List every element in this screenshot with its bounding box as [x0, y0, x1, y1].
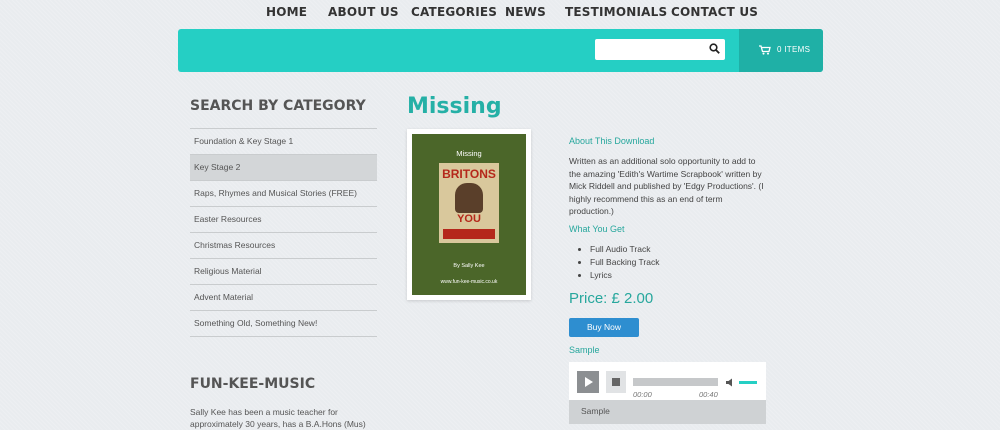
what-you-get-heading: What You Get: [569, 224, 625, 234]
play-icon: [585, 377, 593, 387]
about-text: Sally Kee has been a music teacher for a…: [190, 407, 366, 429]
track-label: Sample: [581, 406, 610, 416]
list-item: Full Audio Track: [590, 243, 659, 256]
shopping-cart-icon: [759, 45, 771, 55]
current-time: 00:00: [633, 390, 652, 399]
category-item[interactable]: Raps, Rhymes and Musical Stories (FREE): [190, 181, 377, 207]
nav-testimonials[interactable]: TESTIMONIALS: [565, 5, 667, 19]
sample-heading: Sample: [569, 345, 600, 355]
product-description: Written as an additional solo opportunit…: [569, 156, 764, 216]
poster-word: BRITONS: [442, 167, 496, 181]
stop-button[interactable]: [606, 371, 626, 393]
cover-url: www.fun-kee-music.co.uk: [440, 279, 498, 285]
cover-title: Missing: [456, 149, 482, 158]
search-icon[interactable]: [709, 43, 720, 54]
play-button[interactable]: [577, 371, 599, 393]
nav-news[interactable]: NEWS: [505, 5, 546, 19]
category-list: Foundation & Key Stage 1 Key Stage 2 Rap…: [190, 128, 377, 337]
stop-icon: [612, 378, 620, 386]
nav-about-us[interactable]: ABOUT US: [328, 5, 399, 19]
poster-you: YOU: [457, 213, 481, 225]
about-heading: FUN-KEE-MUSIC: [190, 376, 316, 392]
audio-player: 00:00 00:40 Sample: [569, 362, 766, 424]
price: Price: £ 2.00: [569, 290, 654, 307]
list-item: Full Backing Track: [590, 256, 659, 269]
track-label-bar: Sample: [569, 400, 766, 424]
cart-button[interactable]: 0 ITEMS: [739, 29, 823, 72]
category-item[interactable]: Something Old, Something New!: [190, 311, 377, 337]
cover-author: By Sally Kee: [453, 263, 485, 269]
cover-image: Missing BRITONS YOU By Sally Kee www.fun…: [412, 134, 526, 295]
nav-contact-us[interactable]: CONTACT US: [671, 5, 758, 19]
progress-bar[interactable]: [633, 378, 718, 386]
category-item[interactable]: Advent Material: [190, 285, 377, 311]
volume-icon[interactable]: [726, 378, 736, 387]
search-input[interactable]: [595, 39, 725, 60]
product-cover: Missing BRITONS YOU By Sally Kee www.fun…: [407, 129, 531, 300]
category-item[interactable]: Religious Material: [190, 259, 377, 285]
poster-illustration: BRITONS YOU: [439, 163, 499, 243]
category-item[interactable]: Christmas Resources: [190, 233, 377, 259]
duration: 00:40: [699, 390, 718, 399]
category-heading: SEARCH BY CATEGORY: [190, 98, 366, 114]
page-title: Missing: [407, 94, 502, 119]
buy-now-button[interactable]: Buy Now: [569, 318, 639, 337]
category-item[interactable]: Easter Resources: [190, 207, 377, 233]
poster-figure: [455, 183, 483, 213]
list-item: Lyrics: [590, 269, 659, 282]
volume-slider[interactable]: [739, 381, 757, 384]
about-download-heading: About This Download: [569, 136, 655, 146]
cart-count: 0 ITEMS: [777, 45, 811, 54]
nav-categories[interactable]: CATEGORIES: [411, 5, 497, 19]
nav-home[interactable]: HOME: [266, 5, 307, 19]
what-you-get-list: Full Audio Track Full Backing Track Lyri…: [578, 243, 659, 282]
header-bar: 0 ITEMS: [178, 29, 823, 72]
category-item-active[interactable]: Key Stage 2: [190, 155, 377, 181]
poster-banner: [443, 229, 495, 239]
top-navigation: HOME ABOUT US CATEGORIES NEWS TESTIMONIA…: [0, 0, 1000, 28]
category-item[interactable]: Foundation & Key Stage 1: [190, 129, 377, 155]
